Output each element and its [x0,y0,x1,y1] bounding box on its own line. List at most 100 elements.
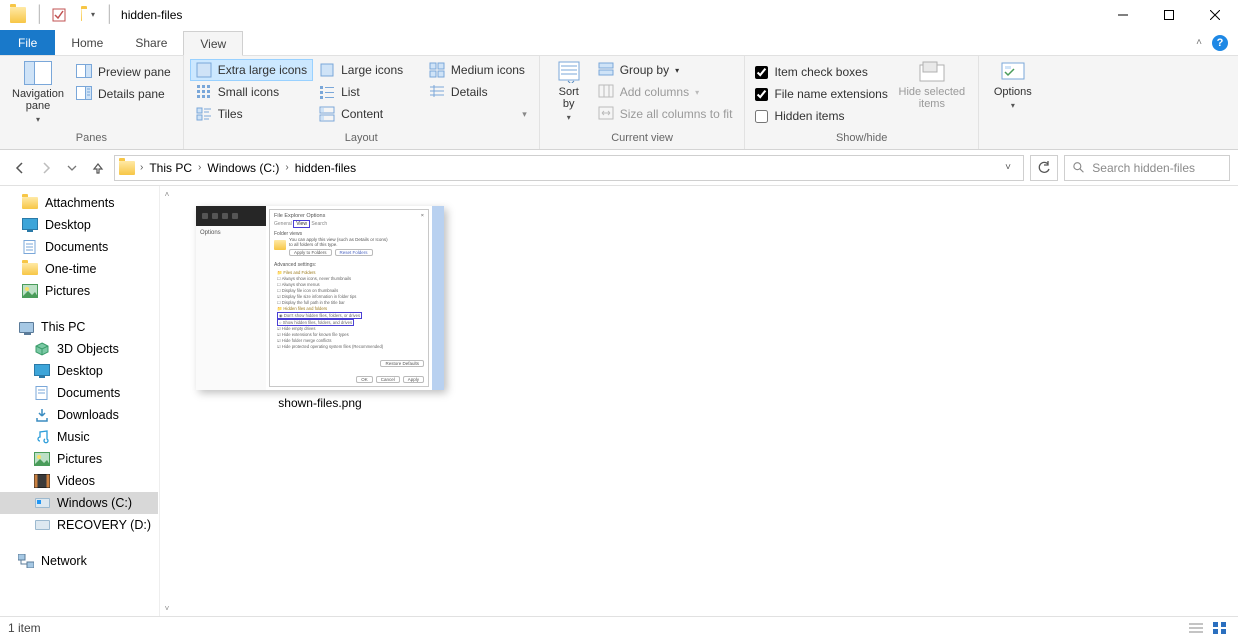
details-pane-label: Details pane [98,87,165,101]
cb-hidden-items-input[interactable] [755,110,768,123]
tree-music[interactable]: Music [0,426,158,448]
cb-item-check-boxes-input[interactable] [755,66,768,79]
search-icon [1073,161,1084,174]
layout-small-icons[interactable]: Small icons [190,81,313,103]
layout-extra-large-icons[interactable]: Extra large icons [190,59,313,81]
status-view-details-button[interactable] [1186,620,1206,636]
tree-documents[interactable]: Documents [0,382,158,404]
back-button[interactable] [10,158,30,178]
preview-pane-button[interactable]: Preview pane [70,61,177,83]
layout-medium-icons[interactable]: Medium icons [423,59,533,81]
cb-file-name-extensions-input[interactable] [755,88,768,101]
tree-desktop-quick[interactable]: Desktop [0,214,158,236]
address-bar[interactable]: › This PC › Windows (C:) › hidden-files … [114,155,1024,181]
ribbon-group-panes: Navigation pane ▾ Preview pane Details p… [0,56,184,149]
status-item-count: 1 item [8,621,41,635]
tree-videos[interactable]: Videos [0,470,158,492]
layout-details[interactable]: Details [423,81,533,103]
crumb-this-pc[interactable]: This PC [145,161,196,175]
current-view-group-label: Current view [546,130,739,148]
navigation-pane-button[interactable]: Navigation pane ▾ [6,59,70,130]
status-view-icons-button[interactable] [1210,620,1230,636]
tree-one-time[interactable]: One-time [0,258,158,280]
tab-file[interactable]: File [0,30,55,55]
crumb-windows-c-chevron-icon[interactable]: › [283,162,290,173]
help-icon[interactable]: ? [1212,35,1228,51]
navigation-bar: › This PC › Windows (C:) › hidden-files … [0,150,1238,186]
tree-pictures[interactable]: Pictures [0,448,158,470]
crumb-hidden-files[interactable]: hidden-files [291,161,360,175]
cb-hidden-items[interactable]: Hidden items [751,105,891,127]
panes-group-label: Panes [6,130,177,148]
tree-recovery-d[interactable]: RECOVERY (D:) [0,514,158,536]
tree-windows-c[interactable]: Windows (C:) [0,492,158,514]
file-item-shown-files[interactable]: Options File Explorer Options× General V… [196,206,444,410]
window-title: hidden-files [121,8,182,22]
address-history-dropdown-icon[interactable]: ˅ [997,162,1019,173]
navigation-pane-label: Navigation pane [12,88,64,112]
search-input[interactable] [1092,161,1221,175]
navigation-tree[interactable]: Attachments Desktop Documents One-time P… [0,186,158,616]
layout-content[interactable]: Content [313,103,423,125]
status-bar: 1 item [0,616,1238,639]
tree-3d-objects[interactable]: 3D Objects [0,338,158,360]
content-pane[interactable]: Options File Explorer Options× General V… [174,186,1238,616]
cb-item-check-boxes[interactable]: Item check boxes [751,61,891,83]
layout-large-icons[interactable]: Large icons [313,59,423,81]
size-all-columns-button[interactable]: Size all columns to fit [592,103,739,125]
group-by-button[interactable]: Group by ▾ [592,59,739,81]
title-sep-1: │ [35,6,45,24]
tree-network[interactable]: Network [0,550,158,572]
tree-desktop[interactable]: Desktop [0,360,158,382]
cb-file-name-extensions[interactable]: File name extensions [751,83,891,105]
app-folder-icon [10,7,26,23]
layout-more-button[interactable]: ▾ [423,103,533,125]
tree-splitter[interactable]: ˄ ˅ [158,186,174,616]
maximize-button[interactable] [1146,0,1192,30]
crumb-this-pc-chevron-icon[interactable]: › [196,162,203,173]
forward-button[interactable] [36,158,56,178]
address-root-chevron-icon[interactable]: › [138,162,145,173]
tree-this-pc[interactable]: This PC [0,316,158,338]
ribbon-collapse-icon[interactable]: ˄ [1196,37,1202,48]
refresh-button[interactable] [1030,155,1058,181]
recent-locations-button[interactable] [62,158,82,178]
qat-dropdown-icon[interactable]: ▾ [91,10,95,19]
tab-home[interactable]: Home [55,30,119,55]
ribbon-group-current-view: Sort by ▾ Group by ▾ Add columns ▾ Size … [540,56,746,149]
close-button[interactable] [1192,0,1238,30]
tree-scroll-up-icon[interactable]: ˄ [160,186,174,202]
layout-list[interactable]: List [313,81,423,103]
title-sep-2: │ [105,6,115,24]
layout-more-caret-icon: ▾ [522,109,527,120]
sort-by-button[interactable]: Sort by ▾ [546,59,592,130]
file-name-label: shown-files.png [278,396,361,410]
tree-downloads[interactable]: Downloads [0,404,158,426]
crumb-windows-c[interactable]: Windows (C:) [203,161,283,175]
tab-share[interactable]: Share [119,30,183,55]
tree-documents-quick[interactable]: Documents [0,236,158,258]
show-hide-group-label: Show/hide [751,130,971,148]
ribbon-tabs: File Home Share View ˄ ? [0,30,1238,56]
preview-pane-label: Preview pane [98,65,171,79]
tree-attachments[interactable]: Attachments [0,192,158,214]
ribbon-group-layout: Extra large icons Large icons Medium ico… [184,56,540,149]
ribbon: Navigation pane ▾ Preview pane Details p… [0,56,1238,150]
tree-scroll-down-icon[interactable]: ˅ [160,600,174,616]
tab-view[interactable]: View [183,31,243,56]
ribbon-group-show-hide: Item check boxes File name extensions Hi… [745,56,978,149]
up-button[interactable] [88,158,108,178]
search-box[interactable] [1064,155,1230,181]
minimize-button[interactable] [1100,0,1146,30]
add-columns-button[interactable]: Add columns ▾ [592,81,739,103]
file-thumbnail: Options File Explorer Options× General V… [196,206,444,390]
details-pane-button[interactable]: Details pane [70,83,177,105]
qat-new-folder-icon[interactable] [71,7,87,23]
address-folder-icon [119,161,135,175]
options-button[interactable]: Options ▾ [985,59,1041,130]
layout-tiles[interactable]: Tiles [190,103,313,125]
layout-group-label: Layout [190,130,533,148]
hide-selected-items-button[interactable]: Hide selected items [892,59,972,130]
qat-properties-icon[interactable] [51,7,67,23]
tree-pictures-quick[interactable]: Pictures [0,280,158,302]
